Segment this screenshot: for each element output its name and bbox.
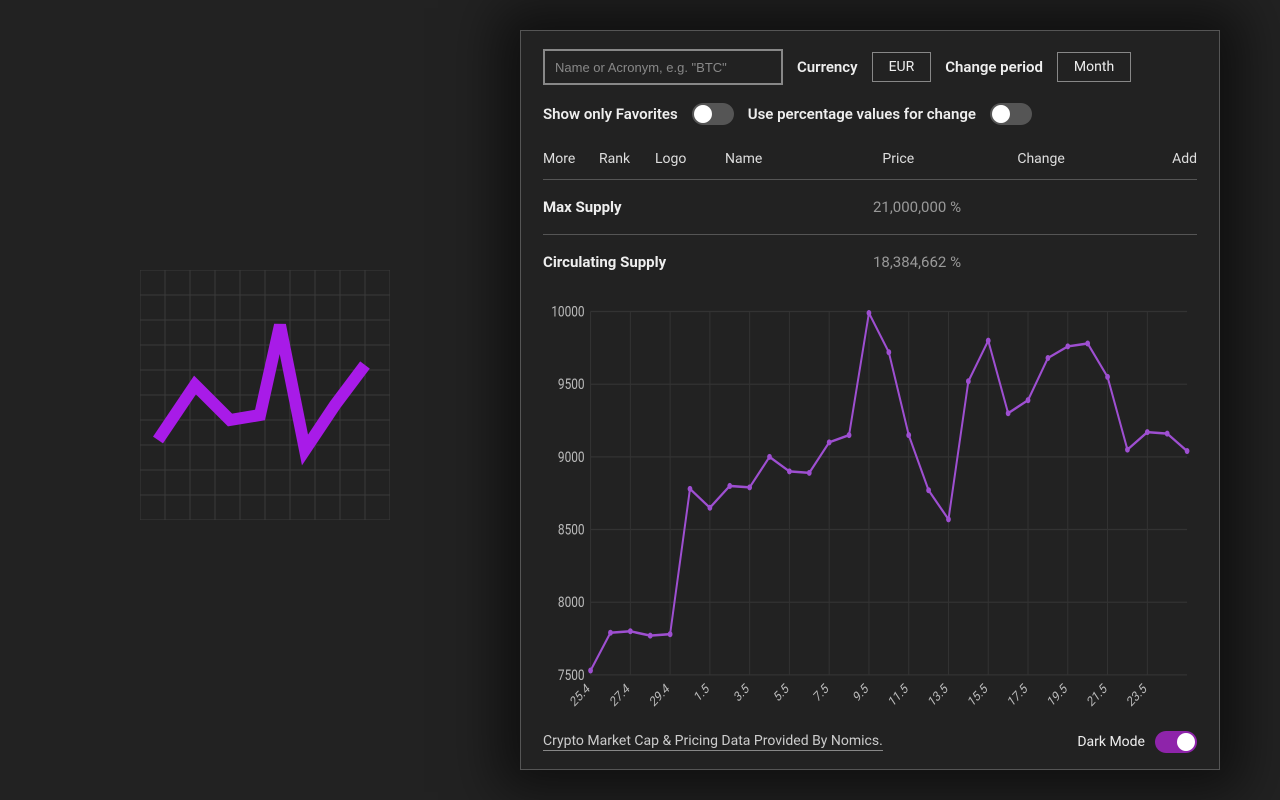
brand-logo	[140, 270, 390, 520]
crypto-panel: Currency EUR Change period Month Show on…	[520, 30, 1220, 770]
currency-label: Currency	[797, 58, 858, 76]
period-label: Change period	[945, 58, 1043, 76]
svg-text:5.5: 5.5	[772, 681, 792, 706]
search-input[interactable]	[543, 49, 783, 85]
svg-text:25.4: 25.4	[568, 681, 593, 711]
svg-text:19.5: 19.5	[1045, 681, 1070, 711]
svg-text:27.4: 27.4	[608, 681, 633, 711]
svg-text:11.5: 11.5	[886, 681, 911, 711]
svg-text:7.5: 7.5	[811, 681, 831, 706]
col-add[interactable]: Add	[1141, 151, 1197, 167]
max-supply-label: Max Supply	[543, 198, 873, 216]
col-price[interactable]: Price	[882, 151, 1017, 167]
svg-text:9000: 9000	[558, 449, 585, 467]
svg-text:9.5: 9.5	[851, 681, 871, 706]
col-rank[interactable]: Rank	[599, 151, 655, 167]
max-supply-value: 21,000,000 %	[873, 198, 961, 216]
svg-text:21.5: 21.5	[1085, 681, 1110, 711]
col-name[interactable]: Name	[725, 151, 882, 167]
dark-mode-control: Dark Mode	[1077, 731, 1197, 753]
circulating-supply-value: 18,384,662 %	[873, 253, 961, 271]
svg-text:23.5: 23.5	[1125, 681, 1150, 711]
svg-text:29.4: 29.4	[648, 681, 673, 711]
circulating-supply-row: Circulating Supply 18,384,662 %	[543, 235, 1197, 289]
svg-text:10000: 10000	[551, 303, 584, 321]
controls-row: Currency EUR Change period Month	[543, 49, 1197, 85]
col-change[interactable]: Change	[1017, 151, 1141, 167]
svg-text:9500: 9500	[558, 376, 585, 394]
table-header: More Rank Logo Name Price Change Add	[543, 151, 1197, 180]
dark-mode-toggle[interactable]	[1155, 731, 1197, 753]
svg-text:8500: 8500	[558, 521, 585, 539]
dark-mode-label: Dark Mode	[1077, 734, 1145, 750]
svg-text:15.5: 15.5	[966, 681, 991, 711]
svg-text:8000: 8000	[558, 594, 585, 612]
attribution-link[interactable]: Crypto Market Cap & Pricing Data Provide…	[543, 733, 883, 751]
circulating-supply-label: Circulating Supply	[543, 253, 873, 271]
favorites-toggle[interactable]	[692, 103, 734, 125]
chart-line-icon	[140, 270, 390, 520]
col-logo[interactable]: Logo	[655, 151, 725, 167]
svg-text:7500: 7500	[558, 667, 585, 685]
toggle-row: Show only Favorites Use percentage value…	[543, 103, 1197, 125]
currency-select[interactable]: EUR	[872, 52, 932, 82]
col-more[interactable]: More	[543, 151, 599, 167]
price-chart: 7500 8000 8500 9000 9500 10000 25.4 27.4 29.4 1.5…	[543, 299, 1197, 725]
svg-text:13.5: 13.5	[926, 681, 951, 711]
svg-text:17.5: 17.5	[1006, 681, 1031, 711]
favorites-toggle-label: Show only Favorites	[543, 105, 678, 123]
svg-text:3.5: 3.5	[732, 681, 752, 706]
max-supply-row: Max Supply 21,000,000 %	[543, 180, 1197, 235]
period-select[interactable]: Month	[1057, 52, 1131, 82]
percentage-toggle-label: Use percentage values for change	[748, 105, 976, 123]
percentage-toggle[interactable]	[990, 103, 1032, 125]
panel-footer: Crypto Market Cap & Pricing Data Provide…	[543, 731, 1197, 753]
svg-text:1.5: 1.5	[692, 681, 712, 706]
